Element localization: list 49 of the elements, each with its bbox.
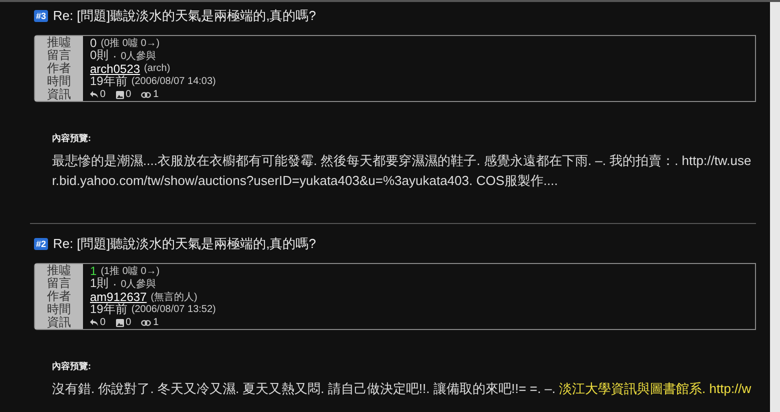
link-icon <box>141 92 152 98</box>
comment-count: 1則 <box>90 276 109 292</box>
field-label: 資訊 <box>35 316 83 329</box>
push-score: 0 <box>90 36 97 50</box>
field-label: 作者 <box>35 62 83 75</box>
field-label: 資訊 <box>35 88 83 101</box>
comment-count: 0則 <box>90 48 109 64</box>
post-title[interactable]: Re: [問題]聽說淡水的天氣是兩極端的,真的嗎? <box>53 235 316 253</box>
image-icon <box>116 90 124 98</box>
reply-icon <box>90 319 98 326</box>
field-label: 時間 <box>35 75 83 88</box>
post-number-badge: #2 <box>34 238 48 250</box>
post-number-badge: #3 <box>34 10 48 22</box>
stat-count: 0 <box>126 317 132 328</box>
scrollbar-track[interactable] <box>770 2 780 412</box>
stat-count: 1 <box>153 89 159 100</box>
field-label: 推噓 <box>35 264 83 277</box>
stat-count: 0 <box>100 317 106 328</box>
separator-dot: · <box>112 276 117 290</box>
separator-dot: · <box>112 48 117 62</box>
author-nickname: (無言的人) <box>150 290 198 304</box>
field-label: 作者 <box>35 290 83 303</box>
reply-icon <box>90 91 98 98</box>
participant-count: 0人參與 <box>120 50 156 62</box>
image-icon <box>116 318 124 326</box>
field-label: 時間 <box>35 303 83 316</box>
stat-count: 1 <box>153 317 159 328</box>
push-score: 1 <box>90 264 97 278</box>
post-date: (2006/08/07 13:52) <box>131 304 216 315</box>
author-link[interactable]: am912637 <box>90 290 147 304</box>
field-label: 留言 <box>35 277 83 290</box>
post-date: (2006/08/07 14:03) <box>131 76 216 87</box>
post-title[interactable]: Re: [問題]聽說淡水的天氣是兩極端的,真的嗎? <box>53 7 316 25</box>
author-link[interactable]: arch0523 <box>90 62 140 76</box>
preview-text: 沒有錯. 你說對了. 冬天又冷又濕. 夏天又熱又悶. 請自己做決定吧!!. 讓備取的來吧!!= =. –. 淡江大學資訊與圖書館系. http://w <box>52 380 752 398</box>
participant-count: 0人參與 <box>120 278 156 290</box>
preview-text: 最悲慘的是潮濕....衣服放在衣櫥都有可能發霉. 然後每天都要穿濕濕的鞋子. 感覺永遠都在下雨. –. 我的拍賣：. http://tw.user.bid.yahoo.com/tw/show/auctions?userID=yukata403&u=%3ayukata403. COS服製作.... <box>52 152 752 190</box>
push-detail: (1推 0噓 0→) <box>100 264 160 276</box>
push-detail: (0推 0噓 0→) <box>100 36 160 48</box>
field-label: 留言 <box>35 49 83 62</box>
preview-label: 內容預覽: <box>52 360 92 373</box>
stat-count: 0 <box>126 89 132 100</box>
author-nickname: (arch) <box>144 63 170 74</box>
stat-count: 0 <box>100 89 106 100</box>
post-age: 19年前 <box>90 74 128 90</box>
post-age: 19年前 <box>90 302 128 318</box>
preview-label: 內容預覽: <box>52 132 92 145</box>
field-label: 推噓 <box>35 36 83 49</box>
link-icon <box>141 320 152 326</box>
